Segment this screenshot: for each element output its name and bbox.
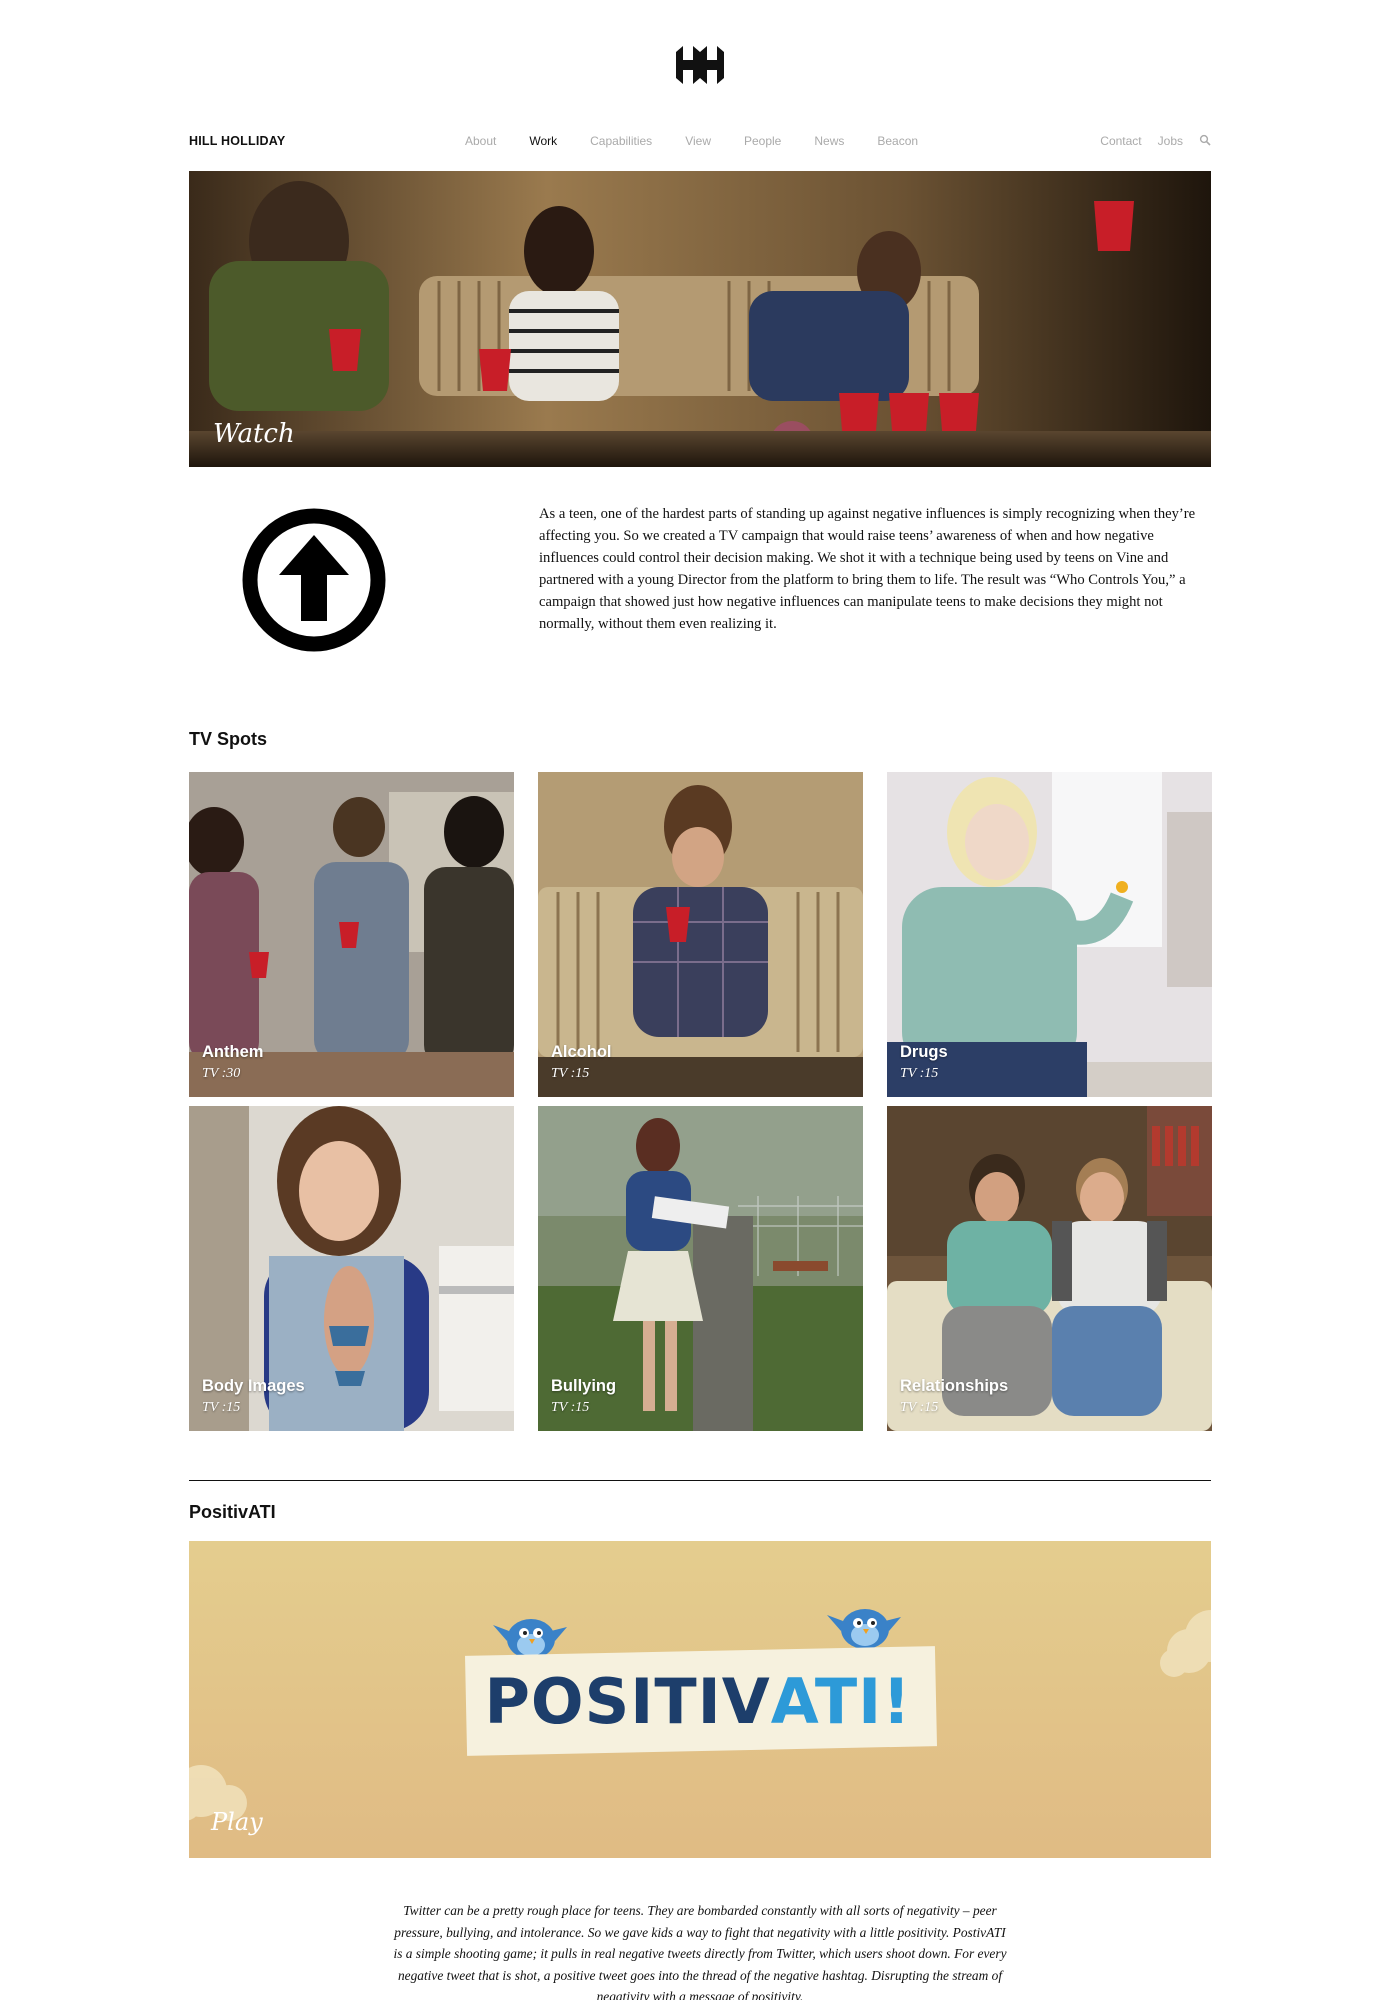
nav-beacon[interactable]: Beacon bbox=[877, 134, 918, 148]
tile-subtitle: TV :15 bbox=[900, 1066, 939, 1081]
watch-label[interactable]: Watch bbox=[213, 419, 295, 449]
tv-spot-bullying[interactable]: Bullying TV :15 bbox=[538, 1106, 863, 1431]
tile-title: Anthem bbox=[202, 1043, 264, 1061]
nav-right-links: Contact Jobs bbox=[1084, 134, 1211, 148]
brand-name[interactable]: HILL HOLLIDAY bbox=[189, 134, 285, 148]
tv-spot-relationships[interactable]: Relationships TV :15 bbox=[887, 1106, 1212, 1431]
hh-logo-icon[interactable] bbox=[674, 44, 726, 86]
positivati-logo: POSITIV ATI! bbox=[479, 1653, 917, 1749]
tile-title: Drugs bbox=[900, 1043, 948, 1061]
tv-spots-heading: TV Spots bbox=[189, 729, 268, 749]
nav-people[interactable]: People bbox=[744, 134, 781, 148]
nav-contact[interactable]: Contact bbox=[1100, 134, 1141, 148]
positivati-logo-text-b: ATI! bbox=[770, 1664, 912, 1738]
intro-paragraph: As a teen, one of the hardest parts of s… bbox=[539, 506, 1196, 632]
positivati-video[interactable]: POSITIV ATI! Play bbox=[189, 1541, 1211, 1858]
nav-links: About Work Capabilities View People News… bbox=[465, 134, 951, 148]
hero-video[interactable]: Watch bbox=[189, 171, 1211, 467]
nav-jobs[interactable]: Jobs bbox=[1158, 134, 1183, 148]
nav-work[interactable]: Work bbox=[529, 134, 557, 148]
main-nav: HILL HOLLIDAY About Work Capabilities Vi… bbox=[189, 131, 1211, 151]
tv-spot-anthem[interactable]: Anthem TV :30 bbox=[189, 772, 514, 1097]
tv-spot-alcohol[interactable]: Alcohol TV :15 bbox=[538, 772, 863, 1097]
search-icon[interactable] bbox=[1199, 134, 1211, 146]
tile-title: Bullying bbox=[551, 1377, 617, 1395]
tile-subtitle: TV :30 bbox=[202, 1066, 241, 1081]
nav-news[interactable]: News bbox=[814, 134, 844, 148]
tv-spot-body-images[interactable]: Body Images TV :15 bbox=[189, 1106, 514, 1431]
tile-title: Relationships bbox=[900, 1377, 1009, 1395]
tile-subtitle: TV :15 bbox=[202, 1400, 241, 1415]
tile-title: Alcohol bbox=[551, 1043, 612, 1061]
tile-subtitle: TV :15 bbox=[900, 1400, 939, 1415]
tile-subtitle: TV :15 bbox=[551, 1066, 590, 1081]
play-label[interactable]: Play bbox=[211, 1808, 263, 1836]
nav-view[interactable]: View bbox=[685, 134, 711, 148]
nav-about[interactable]: About bbox=[465, 134, 496, 148]
section-divider bbox=[189, 1480, 1211, 1481]
nav-capabilities[interactable]: Capabilities bbox=[590, 134, 652, 148]
positivati-logo-text-a: POSITIV bbox=[484, 1664, 771, 1738]
tile-subtitle: TV :15 bbox=[551, 1400, 590, 1415]
arrow-up-circle-icon bbox=[242, 508, 386, 652]
tile-title: Body Images bbox=[202, 1377, 305, 1395]
tv-spot-drugs[interactable]: Drugs TV :15 bbox=[887, 772, 1212, 1097]
positivati-paragraph: Twitter can be a pretty rough place for … bbox=[393, 1903, 1007, 2000]
hero-image bbox=[189, 171, 1211, 467]
positivati-heading: PositivATI bbox=[189, 1502, 276, 1522]
